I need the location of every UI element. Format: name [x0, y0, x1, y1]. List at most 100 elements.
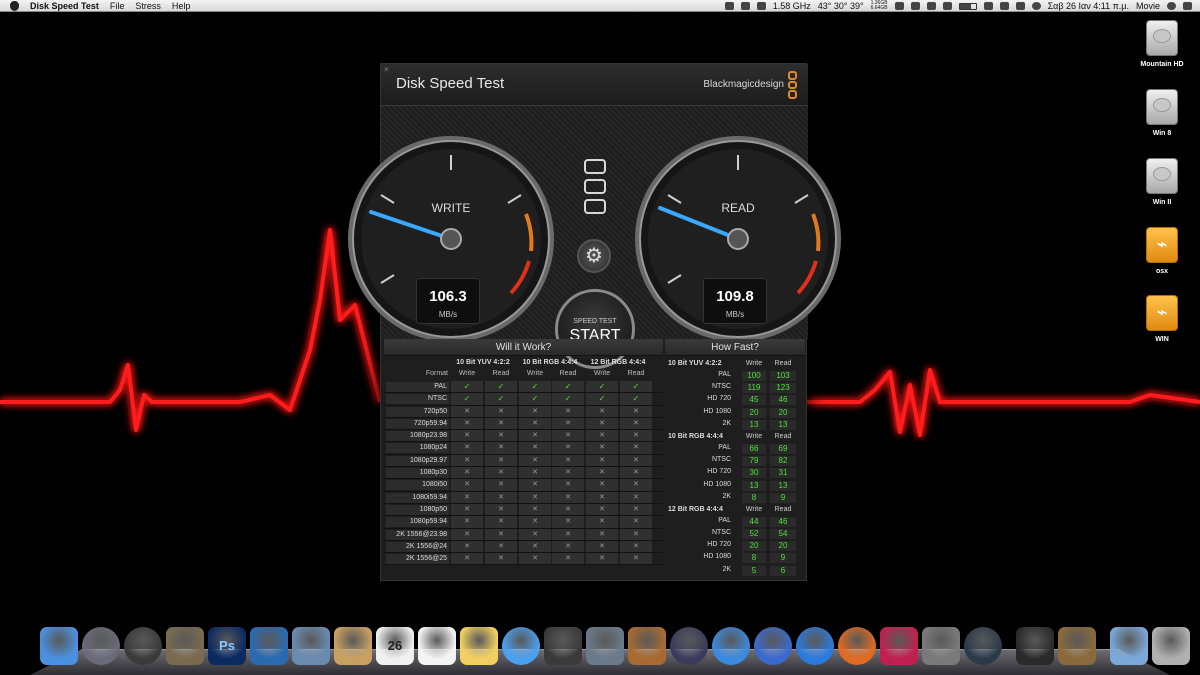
disk-speed-test-window: × Disk Speed Test Blackmagicdesign WRITE…: [348, 63, 841, 581]
dock-messages-icon[interactable]: [502, 627, 540, 665]
battery-icon[interactable]: [958, 2, 977, 10]
read-fps-value: 46: [770, 395, 796, 406]
desktop-drive-win-8[interactable]: Win 8: [1136, 89, 1188, 137]
dock-disk-speed-test-icon[interactable]: [964, 627, 1002, 665]
notification-center-icon[interactable]: [1183, 2, 1192, 10]
format-name: 1080p30: [386, 468, 449, 479]
network-graph-icon[interactable]: [894, 2, 904, 10]
cross-icon: ✕: [586, 491, 618, 503]
table-row: 1080p24 ✕ ✕ ✕ ✕ ✕ ✕: [384, 442, 663, 455]
resolution-name: 2K: [722, 565, 731, 573]
disk-graph-icon[interactable]: [926, 2, 936, 10]
table-row: 1080p30 ✕ ✕ ✕ ✕ ✕ ✕: [384, 467, 663, 480]
cross-icon: ✕: [586, 454, 618, 467]
cross-icon: ✕: [552, 405, 584, 417]
cross-icon: ✕: [586, 467, 618, 479]
cross-icon: ✕: [451, 442, 483, 454]
dock-firefox-icon[interactable]: [838, 627, 876, 665]
read-fps-value: 82: [770, 456, 796, 467]
menu-app-name[interactable]: Disk Speed Test: [30, 1, 99, 11]
column-label: Write: [526, 370, 544, 377]
cross-icon: ✕: [620, 405, 652, 417]
dock-dashboard-icon[interactable]: [124, 627, 162, 665]
check-icon: ✓: [620, 381, 652, 393]
resolution-name: HD 720: [707, 541, 731, 549]
menu-file[interactable]: File: [110, 1, 125, 11]
memory-graph-icon[interactable]: [910, 2, 920, 10]
spotlight-search-icon[interactable]: [1167, 2, 1176, 10]
desktop-drive-osx[interactable]: osx: [1136, 227, 1188, 275]
desktop-drive-win-ii[interactable]: Win II: [1136, 158, 1188, 206]
dock-itunes-icon[interactable]: [754, 627, 792, 665]
resolution-name: HD 720: [707, 395, 731, 403]
dock-photoshop-icon[interactable]: Ps: [208, 627, 246, 665]
table-row: 2K 5 6: [665, 565, 805, 577]
dock-keynote-icon[interactable]: [628, 627, 666, 665]
dock-trash-icon[interactable]: [1152, 627, 1190, 665]
wifi-icon[interactable]: [1031, 2, 1041, 10]
cross-icon: ✕: [485, 430, 517, 442]
dock-activity-monitor-icon[interactable]: [1016, 627, 1054, 665]
memory-status[interactable]: 1.36GB 6.64GB: [871, 1, 888, 11]
group-label: 10 Bit YUV 4:2:2: [668, 360, 722, 367]
apple-menu-icon[interactable]: [10, 1, 19, 11]
resolution-name: NTSC: [711, 529, 731, 537]
dock-stickies-icon[interactable]: [460, 627, 498, 665]
column-label: Write: [745, 505, 763, 513]
table-row: 2K 8 9: [665, 492, 805, 504]
cpu-frequency[interactable]: 1.58 GHz: [773, 1, 811, 11]
menu-clock[interactable]: Σαβ 26 Ιαν 4:11 π.μ.: [1048, 1, 1129, 11]
resolution-name: HD 720: [707, 468, 731, 476]
dock-mail-stamp-icon[interactable]: [292, 627, 330, 665]
menu-help[interactable]: Help: [172, 1, 191, 11]
table-row: PAL 100 103: [665, 370, 805, 382]
memory-free: 6.64GB: [870, 5, 888, 11]
cross-icon: ✕: [451, 516, 483, 528]
cross-icon: ✕: [620, 430, 652, 442]
dock-calendar-icon[interactable]: 26: [376, 627, 414, 665]
cross-icon: ✕: [586, 503, 618, 516]
sensor-icon[interactable]: [942, 2, 952, 10]
menu-stress[interactable]: Stress: [135, 1, 161, 11]
dock-preview-icon[interactable]: [1058, 627, 1096, 665]
drive-label: Win 8: [1152, 130, 1172, 137]
dock-app-store-icon[interactable]: [796, 627, 834, 665]
table-row: 2K 1556@25 ✕ ✕ ✕ ✕ ✕ ✕: [384, 553, 663, 566]
menu-user[interactable]: Movie: [1136, 1, 1160, 11]
volume-icon[interactable]: [999, 2, 1009, 10]
dock-quill-icon[interactable]: [670, 627, 708, 665]
dock-iphoto-icon[interactable]: [586, 627, 624, 665]
dock-gem-app-icon[interactable]: [880, 627, 918, 665]
flag-icon[interactable]: [1015, 2, 1025, 10]
format-name: 1080p23.98: [386, 431, 449, 442]
dock-safari-icon[interactable]: [712, 627, 750, 665]
dock-image-capture-icon[interactable]: [166, 627, 204, 665]
eject-icon[interactable]: [983, 2, 993, 10]
cpu-status-icon[interactable]: [756, 2, 766, 10]
write-gauge-label: WRITE: [431, 201, 471, 215]
cross-icon: ✕: [485, 553, 517, 565]
dropbox-status-icon[interactable]: [740, 2, 750, 10]
close-icon[interactable]: ×: [384, 66, 391, 74]
window-titlebar[interactable]: × Disk Speed Test Blackmagicdesign: [381, 64, 808, 106]
dock-imovie-icon[interactable]: [544, 627, 582, 665]
cpu-temperatures[interactable]: 43° 30° 39°: [818, 1, 864, 11]
heart-status-icon[interactable]: [724, 2, 734, 10]
cross-icon: ✕: [451, 430, 483, 442]
check-icon: ✓: [552, 381, 584, 393]
dock-contacts-icon[interactable]: [334, 627, 372, 665]
desktop-drive-mountain-hd[interactable]: Mountain HD: [1136, 20, 1188, 68]
read-fps-value: 13: [770, 419, 796, 430]
dock-downloads-folder-icon[interactable]: [1110, 627, 1148, 665]
check-icon: ✓: [485, 393, 517, 405]
dock-reminders-icon[interactable]: [418, 627, 456, 665]
dock-finder-icon[interactable]: [40, 627, 78, 665]
settings-gear-icon[interactable]: ⚙: [577, 239, 611, 273]
desktop-drive-win[interactable]: WIN: [1136, 295, 1188, 343]
format-name: 1080p29.97: [386, 455, 449, 466]
dock-archive-utility-icon[interactable]: [250, 627, 288, 665]
write-fps-value: 5: [742, 565, 766, 576]
dock-system-preferences-icon[interactable]: [922, 627, 960, 665]
format-name: 720p50: [386, 406, 449, 417]
dock-launchpad-icon[interactable]: [82, 627, 120, 665]
